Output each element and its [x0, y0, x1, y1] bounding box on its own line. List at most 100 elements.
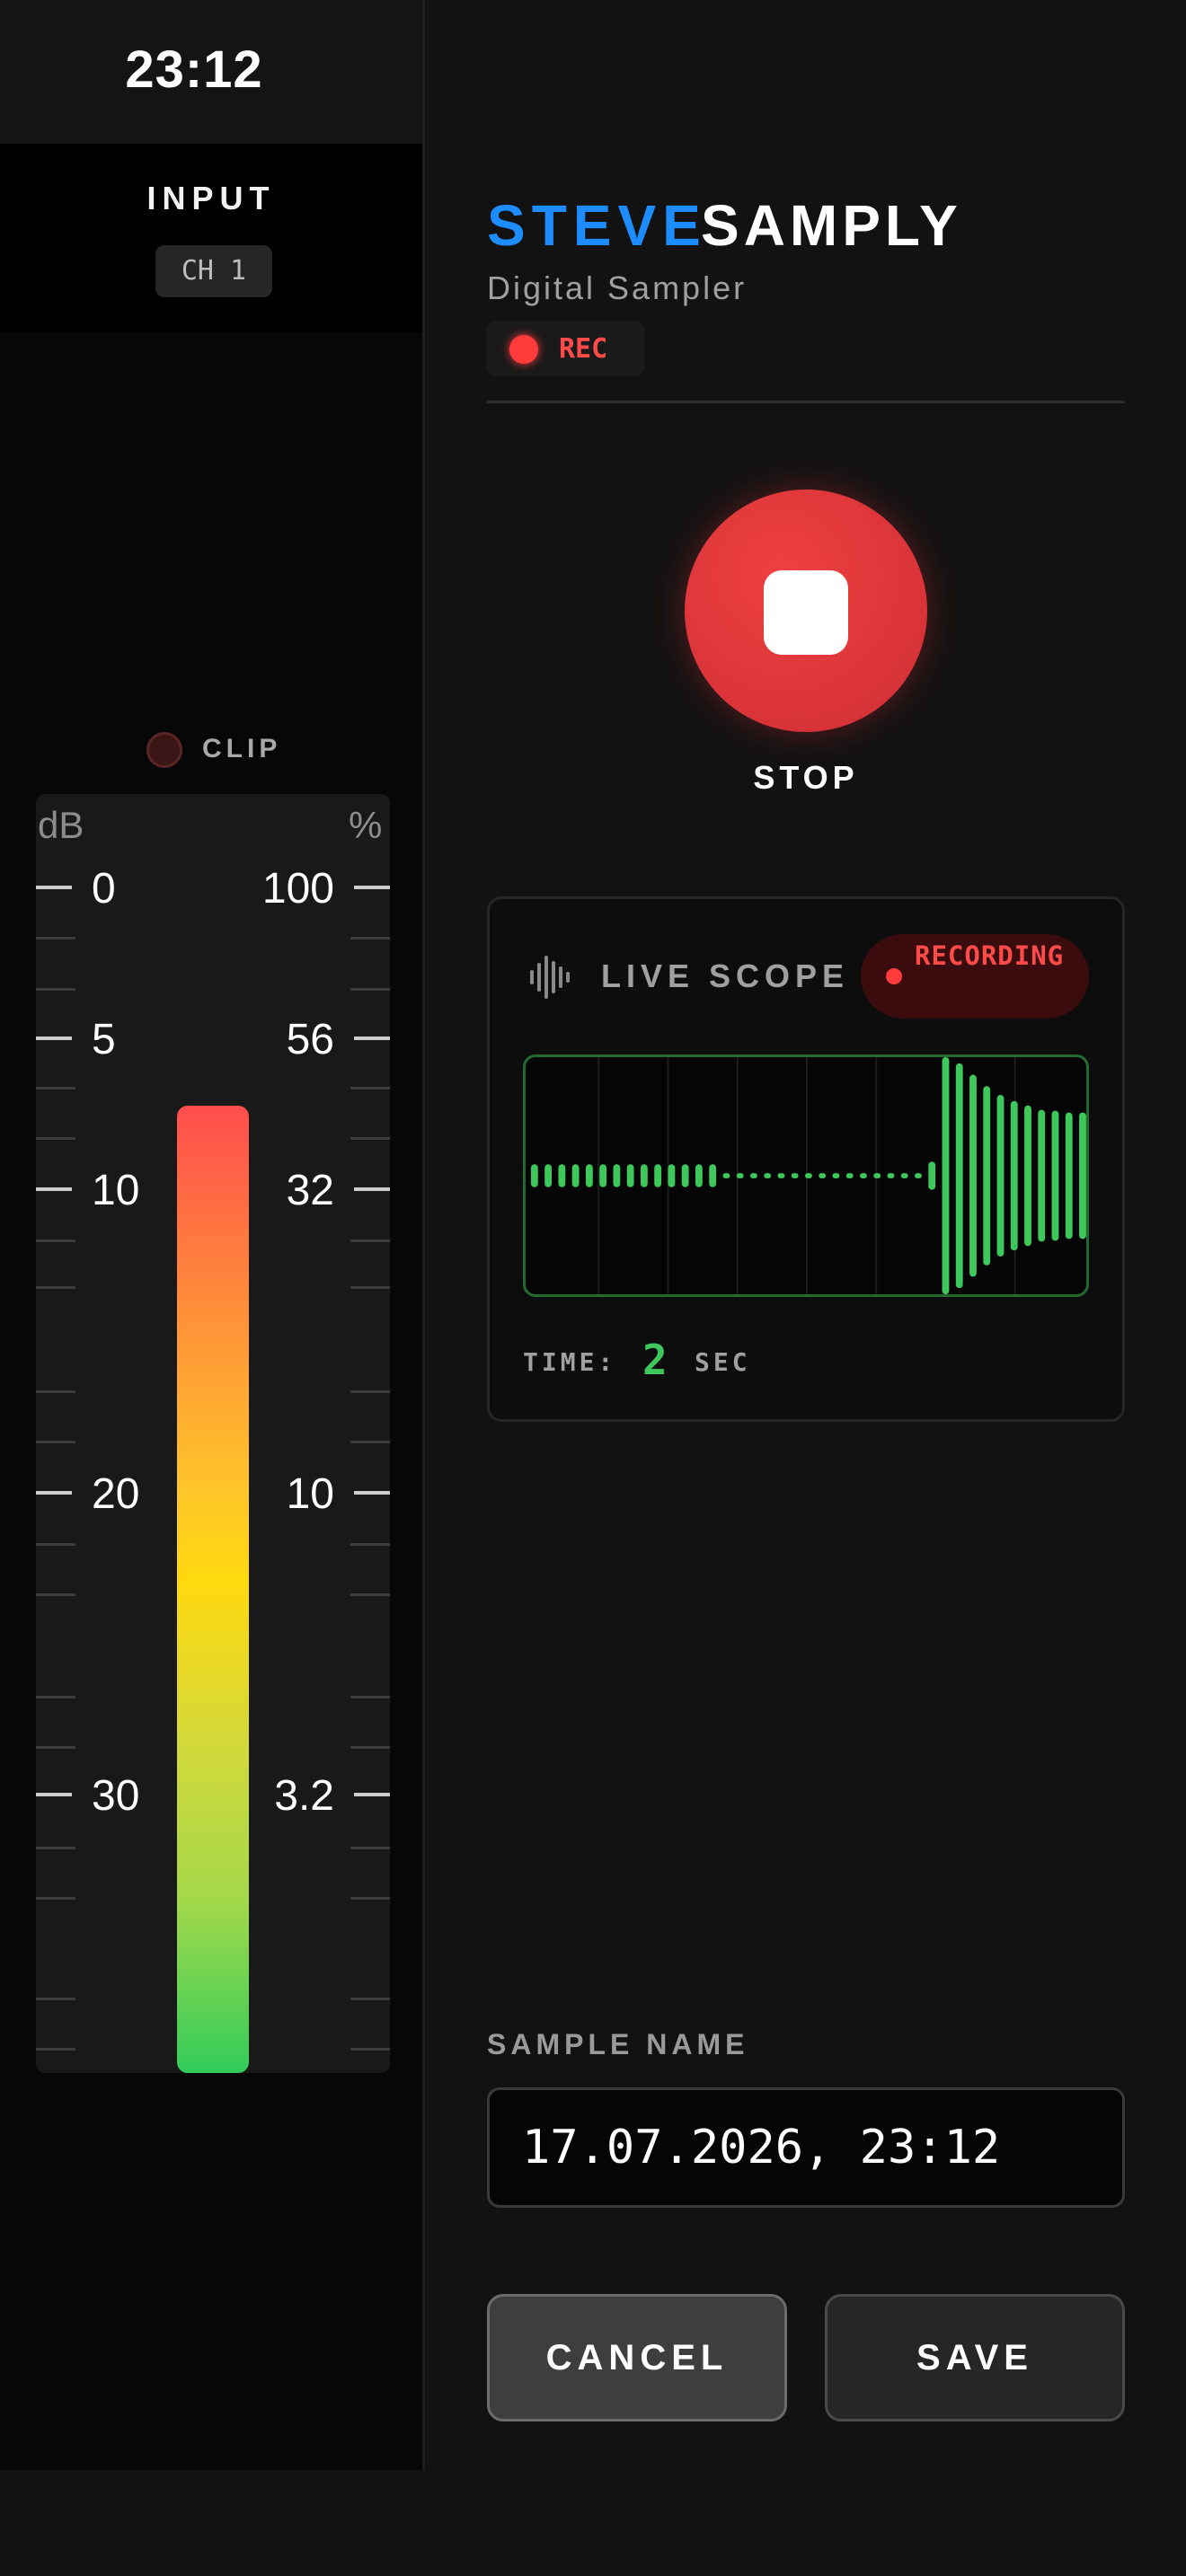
meter-minor-tick	[350, 1998, 390, 2000]
meter-minor-tick	[36, 1239, 75, 1242]
stop-label: STOP	[753, 759, 859, 796]
meter-minor-tick	[350, 1137, 390, 1140]
db-scale-label: 0	[92, 865, 116, 913]
meter-minor-tick	[36, 1696, 75, 1698]
meter-minor-tick	[36, 1593, 75, 1596]
meter-major-tick	[354, 1187, 390, 1191]
time-unit: SEC	[695, 1347, 751, 1377]
time-value: 2	[642, 1336, 668, 1384]
meter-major-tick	[354, 886, 390, 889]
percent-unit-label: %	[349, 804, 383, 846]
scope-wave-bar	[709, 1164, 717, 1187]
meter-minor-tick	[36, 937, 75, 940]
scope-wave-bar	[805, 1173, 812, 1178]
scope-wave-bar	[544, 1164, 553, 1187]
scope-wave-bar	[996, 1095, 1005, 1257]
header-divider	[487, 401, 1125, 403]
time-label: TIME:	[523, 1347, 617, 1377]
meter-minor-tick	[36, 1746, 75, 1749]
meter-minor-tick	[350, 1441, 390, 1443]
scope-wave-bar	[860, 1173, 867, 1178]
scope-wave-bar	[654, 1164, 662, 1187]
meter-minor-tick	[350, 988, 390, 991]
channel-selector[interactable]: CH 1	[155, 245, 272, 297]
meter-minor-tick	[36, 1441, 75, 1443]
scope-wave-bar	[900, 1173, 908, 1178]
meter-minor-tick	[36, 1847, 75, 1849]
meter-major-tick	[354, 1793, 390, 1796]
clip-label: CLIP	[202, 734, 282, 763]
percent-scale-label: 100	[261, 865, 334, 913]
scope-title: LIVE SCOPE	[601, 957, 850, 994]
scope-wave-bar	[750, 1173, 757, 1178]
db-scale-label: 30	[92, 1772, 140, 1820]
meter-minor-tick	[350, 937, 390, 940]
meter-minor-tick	[350, 1746, 390, 1749]
meter-minor-tick	[36, 1998, 75, 2000]
meter-minor-tick	[350, 1239, 390, 1242]
cancel-button[interactable]: CANCEL	[487, 2294, 787, 2422]
status-time: 23:12	[125, 40, 263, 99]
meter-minor-tick	[350, 1087, 390, 1090]
meter-minor-tick	[36, 1390, 75, 1393]
clip-indicator-led	[146, 732, 182, 768]
meter-minor-tick	[350, 1543, 390, 1546]
meter-minor-tick	[350, 1390, 390, 1393]
meter-minor-tick	[350, 2048, 390, 2051]
meter-minor-tick	[350, 1696, 390, 1698]
meter-major-tick	[36, 1037, 72, 1040]
sample-name-input[interactable]	[487, 2087, 1125, 2208]
scope-wave-bar	[777, 1173, 785, 1178]
meter-minor-tick	[36, 1286, 75, 1289]
level-bar	[177, 1106, 249, 2073]
scope-wave-bar	[887, 1173, 895, 1178]
scope-wave-bar	[1038, 1109, 1046, 1242]
scope-wave-bar	[928, 1161, 936, 1190]
percent-scale-label: 10	[286, 1470, 334, 1518]
meter-major-tick	[36, 1187, 72, 1191]
scope-wave-bar	[613, 1164, 621, 1187]
scope-wave-bar	[969, 1074, 977, 1277]
meter-major-tick	[36, 1491, 72, 1495]
scope-wave-bar	[1051, 1110, 1059, 1241]
scope-wave-bar	[736, 1173, 744, 1178]
scope-wave-bar	[845, 1173, 854, 1178]
meter-major-tick	[354, 1491, 390, 1495]
scope-wave-bar	[1010, 1100, 1018, 1251]
scope-wave-bar	[942, 1057, 950, 1294]
scope-wave-bar	[722, 1173, 730, 1178]
rec-dot-icon	[509, 335, 538, 364]
scope-wave-bar	[640, 1164, 648, 1187]
scope-wave-bar	[1024, 1105, 1031, 1247]
meter-minor-tick	[36, 1543, 75, 1546]
scope-wave-bar	[873, 1173, 881, 1178]
meter-minor-tick	[36, 2048, 75, 2051]
save-button[interactable]: SAVE	[825, 2294, 1125, 2422]
scope-wave-bar	[1065, 1112, 1073, 1239]
db-scale-label: 10	[92, 1167, 140, 1214]
db-scale-label: 20	[92, 1470, 140, 1518]
scope-wave-bar	[626, 1164, 634, 1187]
bottom-bar	[0, 2470, 1186, 2576]
percent-scale-label: 3.2	[274, 1772, 334, 1820]
meter-minor-tick	[350, 1897, 390, 1900]
scope-wave-bar	[955, 1063, 963, 1289]
meter-minor-tick	[36, 988, 75, 991]
scope-wave-bar	[983, 1086, 991, 1266]
stop-square-icon[interactable]	[764, 570, 848, 655]
scope-wave-bar	[571, 1164, 580, 1187]
meter-minor-tick	[36, 1137, 75, 1140]
scope-wave-bar	[558, 1164, 566, 1187]
scope-wave-bar	[764, 1173, 772, 1178]
scope-wave-bar	[599, 1164, 607, 1187]
scope-wave-bar	[530, 1164, 538, 1187]
scope-wave-bar	[832, 1173, 840, 1178]
meter-major-tick	[36, 1793, 72, 1796]
brand-logo-part1: STEVE	[487, 193, 707, 258]
scope-wave-bar	[695, 1164, 703, 1187]
waveform-icon	[530, 956, 570, 999]
meter-minor-tick	[350, 1286, 390, 1289]
scope-wave-bar	[585, 1164, 593, 1187]
meter-minor-tick	[350, 1593, 390, 1596]
input-label: INPUT	[146, 180, 276, 216]
